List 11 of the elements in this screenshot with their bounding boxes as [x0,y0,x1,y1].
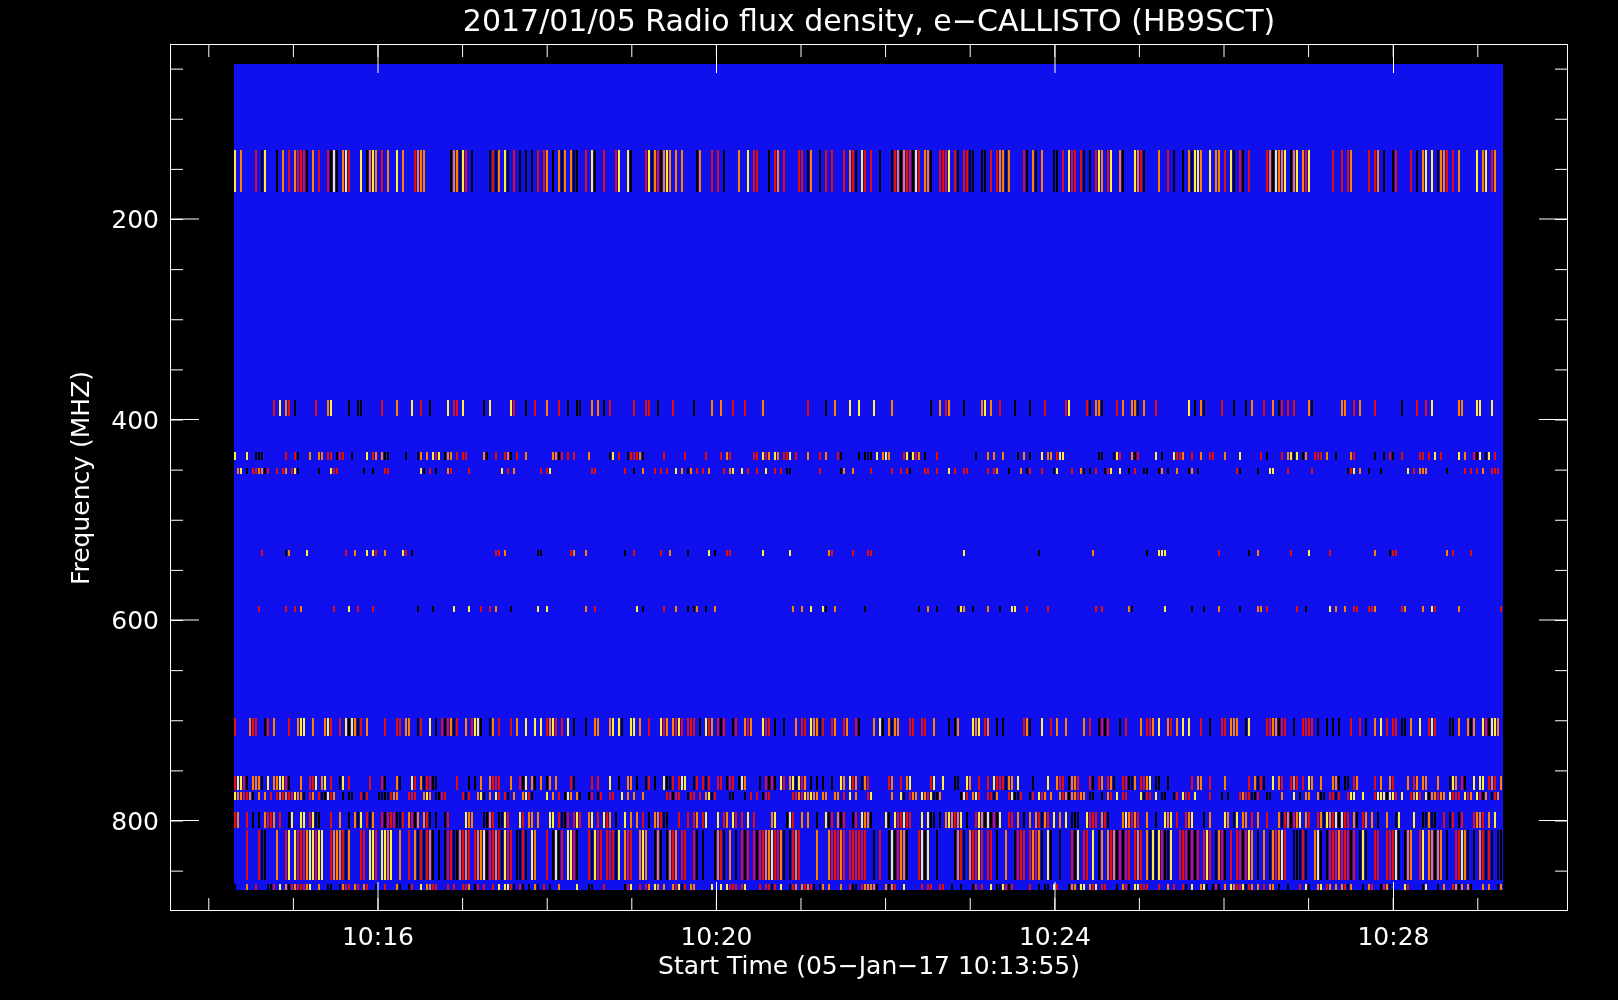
y-tick-label: 800 [111,806,159,836]
x-tick-label: 10:28 [1357,922,1430,951]
y-tick-label: 400 [111,405,159,435]
x-tick-label: 10:20 [680,922,753,951]
chart-title: 2017/01/05 Radio flux density, e−CALLISTO (HB9SCT) [462,3,1276,38]
y-axis-title: Frequency (MHZ) [66,370,95,586]
y-tick-label: 600 [111,606,159,635]
x-tick-label: 10:16 [342,922,414,951]
x-tick-label: 10:24 [1019,922,1091,951]
x-axis-title: Start Time (05−Jan−17 10:13:55) [658,951,1080,980]
y-tick-label: 200 [111,205,159,234]
